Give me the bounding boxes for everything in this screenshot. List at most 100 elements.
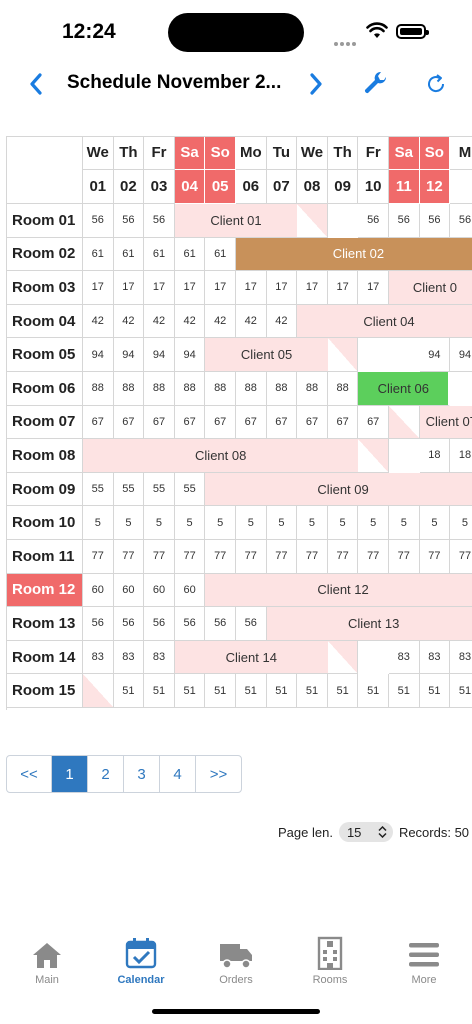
price-cell[interactable]: 67 xyxy=(174,405,206,440)
tab-main[interactable]: Main xyxy=(0,936,94,986)
price-cell[interactable]: 94 xyxy=(419,338,451,372)
price-cell[interactable]: 56 xyxy=(419,204,451,238)
price-cell[interactable]: 51 xyxy=(113,674,145,708)
room-label[interactable]: Room 03 xyxy=(6,271,83,305)
price-cell[interactable]: 77 xyxy=(358,540,389,574)
price-cell[interactable]: 42 xyxy=(174,304,206,339)
price-cell[interactable]: 77 xyxy=(174,540,206,574)
price-cell[interactable]: 88 xyxy=(297,372,328,406)
price-cell[interactable]: 56 xyxy=(450,204,472,238)
pager-page-button[interactable]: 4 xyxy=(160,756,196,792)
wrench-icon[interactable] xyxy=(360,68,392,100)
room-label[interactable]: Room 09 xyxy=(6,472,83,507)
booking-bar[interactable]: Client 08 xyxy=(83,439,359,473)
price-cell[interactable]: 17 xyxy=(358,271,389,305)
price-cell[interactable]: 18 xyxy=(450,439,472,473)
price-cell[interactable]: 5 xyxy=(205,506,236,540)
price-cell[interactable]: 55 xyxy=(83,472,114,507)
price-cell[interactable]: 61 xyxy=(113,237,145,272)
price-cell[interactable]: 17 xyxy=(327,271,359,305)
price-cell[interactable]: 94 xyxy=(113,338,145,372)
price-cell[interactable]: 77 xyxy=(144,540,175,574)
price-cell[interactable]: 77 xyxy=(236,540,267,574)
price-cell[interactable]: 60 xyxy=(174,573,206,608)
room-label[interactable]: Room 05 xyxy=(6,338,83,372)
price-cell[interactable]: 17 xyxy=(297,271,328,305)
price-cell[interactable]: 56 xyxy=(83,607,114,641)
price-cell[interactable]: 17 xyxy=(83,271,114,305)
price-cell[interactable]: 56 xyxy=(113,204,145,238)
booking-bar[interactable]: Client 13 xyxy=(266,607,472,641)
price-cell[interactable]: 67 xyxy=(327,405,359,440)
price-cell[interactable]: 60 xyxy=(144,573,175,608)
booking-bar[interactable]: Client 09 xyxy=(205,472,472,507)
price-cell[interactable]: 77 xyxy=(450,540,472,574)
price-cell[interactable]: 42 xyxy=(83,304,114,339)
price-cell[interactable]: 17 xyxy=(236,271,267,305)
price-cell[interactable]: 55 xyxy=(174,472,206,507)
pager-page-button[interactable]: 1 xyxy=(52,756,88,792)
price-cell[interactable]: 42 xyxy=(113,304,145,339)
price-cell[interactable]: 17 xyxy=(113,271,145,305)
page-length-select[interactable]: 15 xyxy=(338,822,393,842)
price-cell[interactable]: 67 xyxy=(144,405,175,440)
price-cell[interactable]: 77 xyxy=(266,540,298,574)
refresh-icon[interactable] xyxy=(420,68,452,100)
price-cell[interactable]: 88 xyxy=(113,372,145,406)
price-cell[interactable]: 83 xyxy=(83,640,114,675)
price-cell[interactable]: 51 xyxy=(144,674,175,708)
price-cell[interactable]: 67 xyxy=(266,405,298,440)
room-label[interactable]: Room 02 xyxy=(6,237,83,272)
price-cell[interactable]: 5 xyxy=(327,506,359,540)
price-cell[interactable]: 56 xyxy=(83,204,114,238)
room-label[interactable]: Room 07 xyxy=(6,405,83,440)
pager-next-button[interactable]: >> xyxy=(196,756,241,792)
price-cell[interactable]: 88 xyxy=(144,372,175,406)
price-cell[interactable]: 88 xyxy=(205,372,236,406)
price-cell[interactable]: 17 xyxy=(144,271,175,305)
price-cell[interactable]: 61 xyxy=(174,237,206,272)
price-cell[interactable]: 83 xyxy=(419,640,451,675)
price-cell[interactable]: 77 xyxy=(113,540,145,574)
price-cell[interactable]: 51 xyxy=(297,674,328,708)
price-cell[interactable]: 51 xyxy=(205,674,236,708)
price-cell[interactable]: 61 xyxy=(205,237,236,272)
room-label[interactable]: Room 12 xyxy=(6,573,83,608)
price-cell[interactable]: 83 xyxy=(113,640,145,675)
price-cell[interactable]: 56 xyxy=(144,204,175,238)
price-cell[interactable]: 67 xyxy=(236,405,267,440)
booking-bar[interactable]: Client 07 xyxy=(419,405,472,440)
booking-bar[interactable]: Client 14 xyxy=(174,640,328,675)
price-cell[interactable]: 77 xyxy=(327,540,359,574)
room-label[interactable]: Room 11 xyxy=(6,540,83,574)
price-cell[interactable]: 42 xyxy=(266,304,298,339)
booking-bar[interactable]: Client 12 xyxy=(205,573,472,608)
price-cell[interactable]: 5 xyxy=(113,506,145,540)
price-cell[interactable]: 61 xyxy=(83,237,114,272)
price-cell[interactable]: 88 xyxy=(174,372,206,406)
booking-bar[interactable]: Client 05 xyxy=(205,338,328,372)
price-cell[interactable]: 88 xyxy=(327,372,359,406)
price-cell[interactable]: 56 xyxy=(174,607,206,641)
tab-more[interactable]: More xyxy=(377,936,471,986)
room-label[interactable]: Room 04 xyxy=(6,304,83,339)
room-label[interactable]: Room 10 xyxy=(6,506,83,540)
booking-bar[interactable]: Client 02 xyxy=(236,237,472,272)
tab-calendar[interactable]: Calendar xyxy=(94,936,188,986)
price-cell[interactable]: 17 xyxy=(205,271,236,305)
price-cell[interactable]: 77 xyxy=(389,540,420,574)
price-cell[interactable]: 56 xyxy=(236,607,267,641)
price-cell[interactable]: 5 xyxy=(174,506,206,540)
price-cell[interactable]: 5 xyxy=(358,506,389,540)
price-cell[interactable]: 94 xyxy=(450,338,472,372)
price-cell[interactable]: 51 xyxy=(419,674,451,708)
price-cell[interactable]: 42 xyxy=(144,304,175,339)
price-cell[interactable]: 88 xyxy=(83,372,114,406)
price-cell[interactable]: 17 xyxy=(174,271,206,305)
price-cell[interactable]: 77 xyxy=(419,540,451,574)
room-label[interactable]: Room 15 xyxy=(6,674,83,708)
price-cell[interactable]: 56 xyxy=(358,204,389,238)
price-cell[interactable]: 42 xyxy=(205,304,236,339)
price-cell[interactable]: 51 xyxy=(174,674,206,708)
price-cell[interactable]: 56 xyxy=(113,607,145,641)
